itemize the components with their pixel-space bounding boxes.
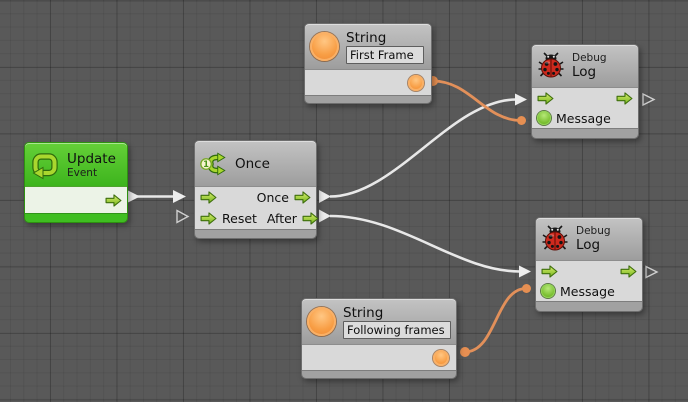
- node-namespace: Debug: [576, 225, 611, 237]
- node-title: Update: [67, 151, 116, 167]
- port-label-message: Message: [560, 284, 615, 299]
- node-namespace: Debug: [572, 52, 607, 64]
- node-title: String: [343, 305, 451, 321]
- flow-input-port[interactable]: [541, 265, 558, 278]
- ladybug-debug-icon: [537, 52, 565, 80]
- node-string-first-frame[interactable]: String: [304, 23, 432, 104]
- flow-output-port[interactable]: [616, 92, 633, 105]
- port-label-reset: Reset: [222, 211, 257, 226]
- message-input-port[interactable]: [537, 111, 551, 125]
- update-loop-icon: [30, 150, 60, 180]
- node-update-event[interactable]: Update Event: [24, 142, 128, 223]
- node-title: String: [346, 30, 424, 46]
- string-output-port[interactable]: [408, 75, 424, 91]
- flow-output-port[interactable]: [105, 194, 122, 207]
- node-title: Once: [235, 156, 270, 172]
- port-label-message: Message: [556, 111, 611, 126]
- ladybug-debug-icon: [541, 225, 569, 253]
- graph-canvas[interactable]: Update Event 1 Once: [0, 0, 688, 402]
- flow-output-port-after[interactable]: [302, 212, 319, 225]
- unconnected-port-once-reset[interactable]: [177, 211, 188, 223]
- unconnected-port-debuglog-bottom-exit[interactable]: [646, 267, 657, 278]
- string-output-port[interactable]: [433, 350, 449, 366]
- wire-after-to-debuglog-bottom[interactable]: [319, 210, 531, 278]
- node-string-following-frames[interactable]: String: [301, 298, 457, 379]
- port-label-once: Once: [257, 190, 289, 205]
- once-icon: 1: [200, 150, 228, 178]
- flow-output-port[interactable]: [620, 265, 637, 278]
- string-value-field[interactable]: [346, 46, 424, 64]
- wire-update-to-once[interactable]: [127, 190, 186, 203]
- unconnected-port-debuglog-top-exit[interactable]: [643, 94, 654, 105]
- once-badge: 1: [203, 158, 209, 168]
- message-input-port[interactable]: [541, 284, 555, 298]
- node-title: Log: [572, 64, 607, 80]
- flow-output-port-once[interactable]: [294, 191, 311, 204]
- node-once[interactable]: 1 Once Once Reset After: [194, 140, 317, 239]
- flow-input-port[interactable]: [200, 191, 217, 204]
- node-type-label: Event: [67, 167, 116, 179]
- node-debug-log-bottom[interactable]: Debug Log Message: [535, 217, 643, 312]
- wire-once-to-debuglog-top[interactable]: [319, 94, 527, 204]
- string-type-icon: [307, 307, 336, 336]
- port-label-after: After: [267, 211, 297, 226]
- string-type-icon: [310, 32, 339, 61]
- string-value-field[interactable]: [343, 321, 451, 339]
- wire-string-followingframes-to-message[interactable]: [460, 284, 531, 357]
- flow-input-port[interactable]: [537, 92, 554, 105]
- node-debug-log-top[interactable]: Debug Log Message: [531, 44, 639, 139]
- node-title: Log: [576, 237, 611, 253]
- flow-input-port-reset[interactable]: [200, 212, 217, 225]
